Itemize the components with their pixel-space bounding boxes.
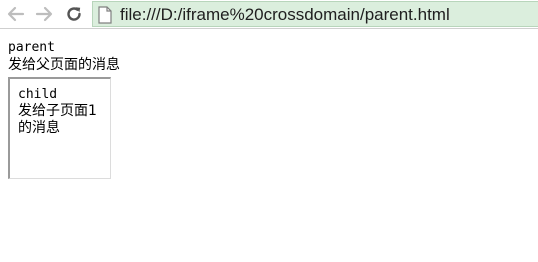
reload-icon (67, 7, 81, 21)
back-button[interactable] (6, 4, 26, 24)
address-bar[interactable]: file:///D:/iframe%20crossdomain/parent.h… (92, 1, 538, 27)
arrow-left-icon (7, 6, 25, 22)
child-message: 发给子页面1的消息 (18, 103, 97, 136)
parent-page: parent 发给父页面的消息 (8, 40, 120, 74)
url-text[interactable]: file:///D:/iframe%20crossdomain/parent.h… (120, 5, 450, 25)
child-iframe[interactable]: child 发给子页面1的消息 (8, 77, 111, 179)
reload-button[interactable] (64, 4, 84, 24)
page-icon (98, 6, 112, 24)
browser-toolbar: file:///D:/iframe%20crossdomain/parent.h… (0, 0, 538, 29)
child-page: child 发给子页面1的消息 (18, 87, 104, 137)
parent-title: parent (8, 40, 55, 55)
arrow-right-icon (35, 6, 53, 22)
parent-message: 发给父页面的消息 (8, 57, 120, 73)
forward-button[interactable] (34, 4, 54, 24)
child-title: child (18, 87, 58, 102)
